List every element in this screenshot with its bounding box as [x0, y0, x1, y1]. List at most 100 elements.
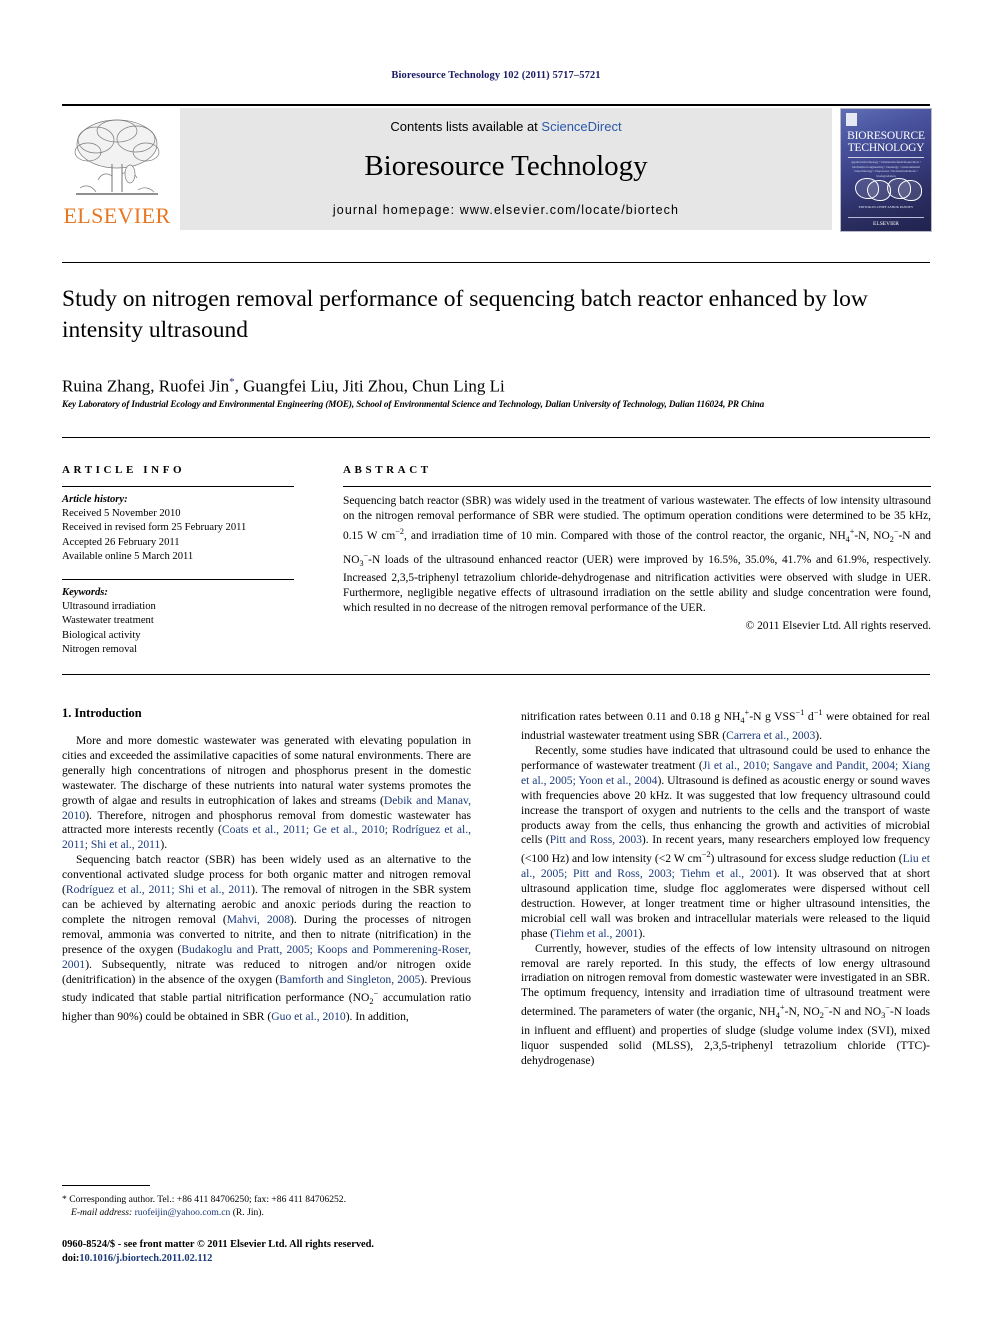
abstract-bottom-divider: [62, 674, 930, 675]
running-head: Bioresource Technology 102 (2011) 5717–5…: [391, 70, 601, 81]
text-seg: nitrification rates between 0.11 and 0.1…: [521, 709, 741, 723]
paragraph: nitrification rates between 0.11 and 0.1…: [521, 706, 930, 744]
elsevier-tree-icon: [68, 114, 166, 202]
paper-page: Bioresource Technology 102 (2011) 5717–5…: [0, 0, 992, 1323]
keyword-item: Ultrasound irradiation: [62, 601, 156, 613]
journal-homepage-link[interactable]: journal homepage: www.elsevier.com/locat…: [180, 203, 832, 217]
authors-after-mark: , Guangfei Liu, Jiti Zhou, Chun Ling Li: [234, 376, 505, 396]
text-sup: −2: [701, 850, 711, 860]
cover-elsevier-mark-icon: [846, 113, 857, 126]
contents-available-line: Contents lists available at ScienceDirec…: [180, 119, 832, 134]
keywords-rule: [62, 579, 294, 581]
doi-line: doi:10.1016/j.biortech.2011.02.112: [62, 1252, 492, 1266]
citation-link[interactable]: Rodríguez et al., 2011; Shi et al., 2011: [66, 883, 251, 896]
keywords-block: Keywords: Ultrasound irradiation Wastewa…: [62, 586, 294, 657]
sciencedirect-link[interactable]: ScienceDirect: [541, 119, 621, 134]
paragraph: Recently, some studies have indicated th…: [521, 744, 930, 942]
paragraph: Currently, however, studies of the effec…: [521, 942, 930, 1069]
title-divider: [62, 262, 930, 263]
tree-svg: [74, 119, 160, 195]
journal-title: Bioresource Technology: [364, 150, 648, 182]
text-seg: ).: [638, 926, 646, 940]
footnote-mark: *: [62, 1194, 67, 1205]
footnote-text: * Corresponding author. Tel.: +86 411 84…: [62, 1193, 471, 1219]
cover-artwork: [853, 175, 922, 201]
contents-prefix: Contents lists available at: [390, 119, 542, 134]
history-item: Accepted 26 February 2011: [62, 536, 180, 548]
text-sub: 3: [881, 1011, 886, 1021]
abstract-block: ABSTRACT Sequencing batch reactor (SBR) …: [343, 464, 931, 634]
footnote-rule: [62, 1185, 150, 1186]
paragraph: Sequencing batch reactor (SBR) has been …: [62, 853, 471, 1025]
abstract-copyright: © 2011 Elsevier Ltd. All rights reserved…: [745, 619, 931, 632]
text-sub: 2: [369, 997, 374, 1007]
text-seg: ).: [160, 838, 168, 852]
abstract-sub: 4: [845, 535, 850, 545]
citation-link[interactable]: Mahvi, 2008: [227, 913, 290, 926]
abstract-sub: 3: [359, 558, 364, 568]
article-info-heading: ARTICLE INFO: [62, 464, 186, 476]
article-title: Study on nitrogen removal performance of…: [62, 286, 868, 343]
text-seg: d: [804, 709, 814, 723]
cover-title-line2: TECHNOLOGY: [847, 141, 925, 154]
history-item: Available online 5 March 2011: [62, 550, 194, 562]
author-list: Ruina Zhang, Ruofei Jin*, Guangfei Liu, …: [62, 371, 937, 398]
history-item: Received 5 November 2010: [62, 508, 181, 520]
journal-cover-thumbnail: BIORESOURCE TECHNOLOGY applied microbiol…: [840, 108, 932, 232]
journal-masthead: ELSEVIER Contents lists available at Sci…: [62, 104, 932, 232]
masthead-center-panel: Contents lists available at ScienceDirec…: [180, 108, 832, 230]
article-info-rule: [62, 486, 294, 487]
cover-title-line1: BIORESOURCE: [847, 130, 925, 142]
body-column-right: nitrification rates between 0.11 and 0.1…: [521, 706, 930, 1069]
text-seg: ).: [815, 729, 823, 743]
footnote-email-label: E-mail address:: [71, 1207, 133, 1219]
footnote-email-suffix: (R. Jin).: [232, 1207, 264, 1219]
text-seg: -N g VSS: [749, 709, 796, 723]
elsevier-logo: ELSEVIER: [62, 108, 172, 230]
affiliation-divider: [62, 437, 930, 438]
abstract-sup: −2: [395, 527, 404, 537]
issn-copyright-block: 0960-8524/$ - see front matter © 2011 El…: [62, 1238, 492, 1265]
abstract-sub: 2: [889, 535, 894, 545]
abstract-seg: -N loads of the ultrasound enhanced reac…: [343, 553, 931, 615]
citation-link[interactable]: Bamforth and Singleton, 2005: [279, 973, 420, 986]
elsevier-wordmark: ELSEVIER: [63, 203, 171, 228]
doi-link[interactable]: 10.1016/j.biortech.2011.02.112: [79, 1253, 212, 1264]
article-history: Article history: Received 5 November 201…: [62, 493, 294, 564]
text-sub: 2: [819, 1011, 824, 1021]
keyword-item: Biological activity: [62, 629, 141, 641]
abstract-rule: [343, 486, 931, 487]
article-history-label: Article history:: [62, 494, 128, 505]
abstract-seg: , and irradiation time of 10 min. Compar…: [404, 530, 846, 543]
citation-link[interactable]: Guo et al., 2010: [271, 1010, 345, 1023]
abstract-text: Sequencing batch reactor (SBR) was widel…: [343, 494, 931, 617]
text-seg: -N and NO: [828, 1005, 882, 1019]
text-sup: −1: [795, 708, 805, 717]
citation-link[interactable]: Tiehm et al., 2001: [554, 927, 638, 940]
text-sup: −1: [813, 708, 823, 717]
footnote-email-link[interactable]: ruofeijin@yahoo.com.cn: [135, 1207, 231, 1218]
body-column-left: 1. Introduction More and more domestic w…: [62, 706, 471, 1025]
keyword-item: Wastewater treatment: [62, 615, 154, 627]
issn-line: 0960-8524/$ - see front matter © 2011 El…: [62, 1239, 375, 1250]
article-info-block: ARTICLE INFO Article history: Received 5…: [62, 464, 294, 657]
cover-editor-note: EDITOR-IN-CHIEF ASHOK PANDEY: [858, 205, 914, 209]
abstract-seg: -N, NO: [854, 530, 890, 543]
history-item: Received in revised form 25 February 201…: [62, 522, 247, 534]
text-seg: -N, NO: [784, 1005, 820, 1019]
corresponding-author-footnote: * Corresponding author. Tel.: +86 411 84…: [62, 1185, 471, 1219]
paragraph: More and more domestic wastewater was ge…: [62, 734, 471, 853]
text-seg: ). In addition,: [345, 1010, 409, 1024]
text-seg: ) ultrasound for excess sludge reduction…: [710, 852, 903, 866]
cover-title: BIORESOURCE TECHNOLOGY: [841, 130, 931, 154]
text-sub: 4: [775, 1011, 780, 1021]
doi-label: doi:: [62, 1252, 80, 1264]
section-heading-introduction: 1. Introduction: [62, 706, 142, 720]
keywords-label: Keywords:: [62, 587, 108, 599]
citation-link[interactable]: Pitt and Ross, 2003: [550, 833, 642, 846]
authors-before-mark: Ruina Zhang, Ruofei Jin: [62, 376, 230, 396]
cover-publisher: ELSEVIER: [848, 217, 924, 227]
citation-link[interactable]: Carrera et al., 2003: [726, 729, 815, 742]
author-affiliation: Key Laboratory of Industrial Ecology and…: [62, 399, 765, 409]
keyword-item: Nitrogen removal: [62, 643, 138, 655]
